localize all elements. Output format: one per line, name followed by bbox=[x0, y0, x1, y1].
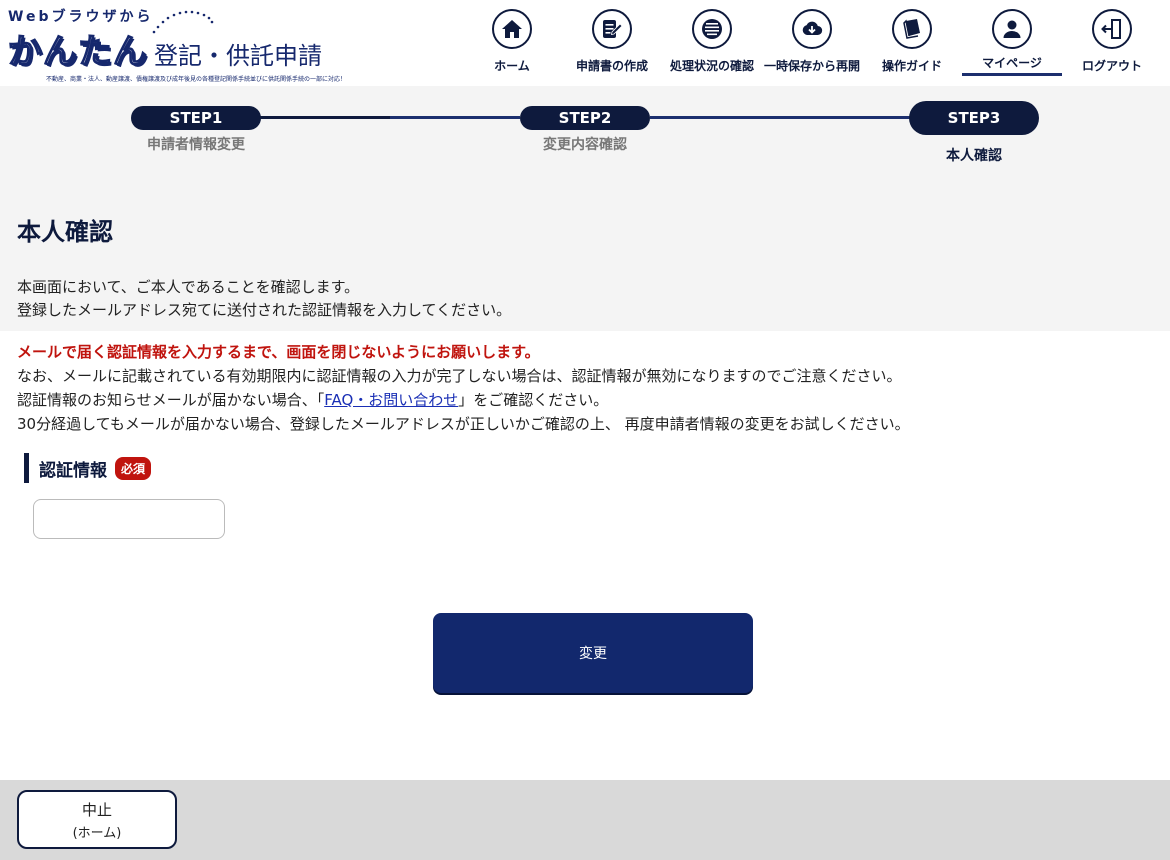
nav-item-operation-guide[interactable]: 操作ガイド bbox=[862, 6, 962, 80]
nav-label: ホーム bbox=[494, 59, 530, 73]
intro-line: 本画面において、ご本人であることを確認します。 bbox=[17, 278, 360, 296]
logo-kantan-text: かんたん bbox=[7, 31, 148, 73]
cancel-home-button[interactable]: 中止 (ホーム) bbox=[17, 790, 177, 849]
notice-line: 認証情報のお知らせメールが届かない場合、「FAQ・お問い合わせ」をご確認ください… bbox=[17, 388, 910, 412]
step-name: 変更内容確認 bbox=[543, 137, 627, 153]
nav-item-logout[interactable]: ログアウト bbox=[1062, 6, 1162, 80]
edit-document-icon bbox=[592, 9, 632, 49]
cancel-label: 中止 bbox=[81, 800, 112, 819]
notice-text: 認証情報のお知らせメールが届かない場合、「 bbox=[17, 391, 325, 409]
logo-subtitle-text: 不動産、商業・法人、動産譲渡、債権譲渡及び成年後見の各種登記関係手続並びに供託関… bbox=[46, 76, 347, 83]
auth-code-label-group: 認証情報 必須 bbox=[24, 453, 152, 483]
page-title: 本人確認 bbox=[17, 218, 113, 246]
logo-dots-decoration bbox=[152, 10, 214, 34]
step-pill: STEP3 bbox=[909, 101, 1039, 135]
nav-item-create-application[interactable]: 申請書の作成 bbox=[562, 6, 662, 80]
warning-text: メールで届く認証情報を入力するまで、画面を閉じないようにお願いします。 bbox=[17, 343, 540, 361]
required-badge: 必須 bbox=[115, 456, 152, 480]
cancel-sub-label: (ホーム) bbox=[72, 825, 122, 841]
status-list-icon bbox=[692, 9, 732, 49]
logo-web-text: Webブラウザから bbox=[8, 9, 154, 25]
step-connector bbox=[260, 116, 390, 119]
notice-line: 30分経過してもメールが届かない場合、登録したメールアドレスが正しいかご確認の上… bbox=[17, 415, 910, 433]
home-icon bbox=[492, 9, 532, 49]
guide-book-icon bbox=[892, 9, 932, 49]
step-pill: STEP2 bbox=[520, 106, 650, 130]
step-3: STEP3 本人確認 bbox=[909, 101, 1039, 165]
step-2: STEP2 変更内容確認 bbox=[520, 106, 650, 154]
site-header: Webブラウザから かんたん 登記・供託申請 不動産、商業・法人、動産譲渡、債権… bbox=[0, 0, 1170, 86]
step-name: 申請者情報変更 bbox=[147, 137, 245, 153]
logo-title-text: 登記・供託申請 bbox=[154, 42, 322, 70]
intro-line: 登録したメールアドレス宛てに送付された認証情報を入力してください。 bbox=[17, 301, 512, 319]
field-label: 認証情報 bbox=[39, 460, 107, 481]
logout-icon bbox=[1092, 9, 1132, 49]
site-logo[interactable]: Webブラウザから かんたん 登記・供託申請 不動産、商業・法人、動産譲渡、債権… bbox=[7, 4, 346, 84]
nav-item-home[interactable]: ホーム bbox=[462, 6, 562, 80]
nav-label: マイページ bbox=[982, 56, 1042, 70]
nav-label: 申請書の作成 bbox=[575, 59, 648, 73]
notice-block: メールで届く認証情報を入力するまで、画面を閉じないようにお願いします。 なお、メ… bbox=[17, 340, 910, 436]
faq-link[interactable]: FAQ・お問い合わせ bbox=[324, 391, 458, 409]
nav-item-status-check[interactable]: 処理状況の確認 bbox=[662, 6, 762, 80]
nav-label: 操作ガイド bbox=[881, 59, 942, 73]
step-connector bbox=[650, 116, 910, 119]
step-pill: STEP1 bbox=[131, 106, 261, 130]
footer-bar: 中止 (ホーム) bbox=[0, 780, 1170, 860]
nav-label: ログアウト bbox=[1081, 59, 1142, 73]
notice-line: なお、メールに記載されている有効期限内に認証情報の入力が完了しない場合は、認証情… bbox=[17, 367, 902, 385]
intro-text: 本画面において、ご本人であることを確認します。 登録したメールアドレス宛てに送付… bbox=[17, 276, 511, 322]
nav-item-mypage[interactable]: マイページ bbox=[962, 6, 1062, 80]
step-connector bbox=[390, 116, 520, 119]
nav-item-resume-draft[interactable]: 一時保存から再開 bbox=[762, 6, 862, 80]
nav-label: 一時保存から再開 bbox=[763, 59, 860, 73]
change-submit-button[interactable]: 変更 bbox=[433, 613, 753, 693]
step-1: STEP1 申請者情報変更 bbox=[131, 106, 261, 154]
step-name: 本人確認 bbox=[946, 148, 1002, 164]
user-icon bbox=[992, 9, 1032, 49]
auth-code-input[interactable] bbox=[33, 499, 225, 539]
main-nav: ホーム 申請書の作成 処理状況の確認 一時保存から再開 操作ガイド マイページ … bbox=[462, 6, 1162, 80]
nav-label: 処理状況の確認 bbox=[669, 59, 754, 73]
cloud-download-icon bbox=[792, 9, 832, 49]
notice-text: 」をご確認ください。 bbox=[458, 391, 609, 409]
